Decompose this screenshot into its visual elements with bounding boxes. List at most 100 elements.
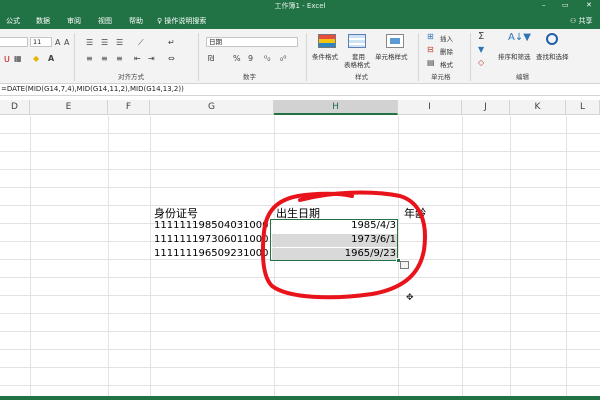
ribbon: 11 A A U ▦ ◆ A ☰ ☰ ☰ ⟋ ↵ ≡ ≡ ≡ ⇤ ⇥ ⇔ 对齐方… xyxy=(0,29,600,84)
align-bottom-icon[interactable]: ☰ xyxy=(116,38,123,47)
separator xyxy=(306,33,307,81)
share-button[interactable]: ⚇ 共享 xyxy=(570,16,593,26)
merge-center-icon[interactable]: ⇔ xyxy=(168,54,175,63)
column-header-k[interactable]: K xyxy=(510,100,566,115)
tab-help[interactable]: 帮助 xyxy=(129,16,143,26)
tab-view[interactable]: 视图 xyxy=(98,16,112,26)
gridline xyxy=(566,116,567,400)
delete-icon[interactable]: ⊟ xyxy=(427,45,434,54)
font-name-combo[interactable] xyxy=(0,37,28,47)
cell-styles-icon[interactable] xyxy=(386,34,404,48)
column-header-f[interactable]: F xyxy=(108,100,150,115)
percent-button[interactable]: % xyxy=(233,54,241,63)
cell-id-3[interactable]: 111111196509231000 xyxy=(154,248,272,262)
gridline xyxy=(462,116,463,400)
column-header-g[interactable]: G xyxy=(150,100,274,115)
formula-bar[interactable]: =DATE(MID(G14,7,4),MID(G14,11,2),MID(G14… xyxy=(0,84,600,96)
increase-decimal-icon[interactable]: ⁰₀ xyxy=(264,54,270,63)
tab-review[interactable]: 审阅 xyxy=(67,16,81,26)
column-header-i[interactable]: I xyxy=(398,100,462,115)
find-select-button[interactable]: 查找和选择 xyxy=(536,51,569,61)
lightbulb-icon: ♀ xyxy=(157,17,163,25)
title-bar: 工作簿1 - Excel – ▭ ✕ xyxy=(0,0,600,12)
column-header-j[interactable]: J xyxy=(462,100,510,115)
gridline xyxy=(30,116,31,400)
fill-color-icon[interactable]: ◆ xyxy=(33,54,39,63)
insert-icon[interactable]: ⊞ xyxy=(427,32,434,41)
font-shrink-icon[interactable]: A xyxy=(64,38,69,47)
conditional-format-button[interactable]: 条件格式 xyxy=(312,51,338,61)
share-label: 共享 xyxy=(578,17,593,25)
wrap-text-icon[interactable]: ↵ xyxy=(168,38,175,47)
tab-formulas[interactable]: 公式 xyxy=(6,16,20,26)
cell-id-1[interactable]: 111111198504031000 xyxy=(154,220,272,234)
column-header-l[interactable]: L xyxy=(566,100,600,115)
format-as-table-icon[interactable] xyxy=(348,34,366,48)
cell-age-header[interactable]: 年龄 xyxy=(400,205,460,219)
orientation-icon[interactable]: ⟋ xyxy=(138,38,144,47)
cell-id-header[interactable]: 身份证号 xyxy=(154,205,272,219)
underline-icon[interactable]: U xyxy=(4,55,10,64)
close-button[interactable]: ✕ xyxy=(586,1,592,9)
separator xyxy=(418,33,419,81)
ribbon-tabs: 公式 数据 审阅 视图 帮助 ♀ 操作说明搜索 ⚇ 共享 xyxy=(0,12,600,29)
column-header-e[interactable]: E xyxy=(30,100,108,115)
sort-filter-icon[interactable]: A↓▼ xyxy=(508,33,531,43)
cell-styles-button[interactable]: 单元格样式 xyxy=(375,51,408,61)
gridline xyxy=(150,116,151,400)
styles-group-label: 样式 xyxy=(355,73,368,81)
conditional-format-icon[interactable] xyxy=(318,34,336,48)
decrease-indent-icon[interactable]: ⇤ xyxy=(134,54,141,63)
format-icon[interactable]: ▤ xyxy=(427,58,435,67)
separator xyxy=(198,33,199,81)
alignment-group-label: 对齐方式 xyxy=(118,73,144,81)
fill-icon[interactable]: ▼ xyxy=(478,45,484,54)
restore-button[interactable]: ▭ xyxy=(562,1,569,9)
tell-me-label: 操作说明搜索 xyxy=(164,17,207,25)
cell-birthdate-header[interactable]: 出生日期 xyxy=(276,205,396,219)
align-center-icon[interactable]: ≡ xyxy=(101,54,108,63)
font-color-icon[interactable]: A xyxy=(48,54,54,63)
increase-indent-icon[interactable]: ⇥ xyxy=(148,54,155,63)
number-group-label: 数字 xyxy=(243,73,256,81)
person-icon: ⚇ xyxy=(570,17,577,25)
align-right-icon[interactable]: ≡ xyxy=(116,54,123,63)
cursor-crosshair-icon: ✥ xyxy=(406,293,414,303)
font-size-combo[interactable]: 11 xyxy=(30,37,52,47)
autosum-icon[interactable]: Σ xyxy=(478,32,484,42)
column-header-d[interactable]: D xyxy=(0,100,30,115)
editing-group-label: 编辑 xyxy=(516,73,529,81)
window-title: 工作簿1 - Excel xyxy=(274,2,326,10)
column-header-h[interactable]: H xyxy=(274,100,398,115)
separator xyxy=(74,33,75,81)
insert-button[interactable]: 插入 xyxy=(440,33,453,43)
selection-range xyxy=(270,219,398,261)
status-bar xyxy=(0,396,600,400)
format-as-table-button-line2[interactable]: 表格格式 xyxy=(344,59,370,69)
column-headers: D E F G H I J K L xyxy=(0,100,600,115)
number-format-combo[interactable]: 日期 xyxy=(206,37,298,47)
formula-text[interactable]: =DATE(MID(G14,7,4),MID(G14,11,2),MID(G14… xyxy=(1,85,184,93)
comma-style-button[interactable]: 9 xyxy=(248,54,253,63)
delete-button[interactable]: 删除 xyxy=(440,46,453,56)
align-left-icon[interactable]: ≡ xyxy=(86,54,93,63)
align-top-icon[interactable]: ☰ xyxy=(86,38,93,47)
font-grow-icon[interactable]: A xyxy=(55,38,60,47)
cell-id-2[interactable]: 111111197306011000 xyxy=(154,234,272,248)
quick-analysis-button[interactable] xyxy=(400,261,409,269)
minimize-button[interactable]: – xyxy=(542,1,546,9)
separator xyxy=(470,33,471,81)
tab-data[interactable]: 数据 xyxy=(36,16,50,26)
decrease-decimal-icon[interactable]: ₀⁰ xyxy=(280,54,286,63)
tell-me-search[interactable]: ♀ 操作说明搜索 xyxy=(157,16,206,26)
gridline xyxy=(108,116,109,400)
cells-group-label: 单元格 xyxy=(431,73,451,81)
sort-filter-button[interactable]: 排序和筛选 xyxy=(498,51,531,61)
find-select-icon[interactable] xyxy=(546,33,558,45)
currency-icon[interactable]: ₪ xyxy=(208,54,214,63)
gridline xyxy=(510,116,511,400)
format-button[interactable]: 格式 xyxy=(440,59,453,69)
clear-icon[interactable]: ◇ xyxy=(478,58,484,67)
border-icon[interactable]: ▦ xyxy=(14,54,22,63)
align-middle-icon[interactable]: ☰ xyxy=(101,38,108,47)
